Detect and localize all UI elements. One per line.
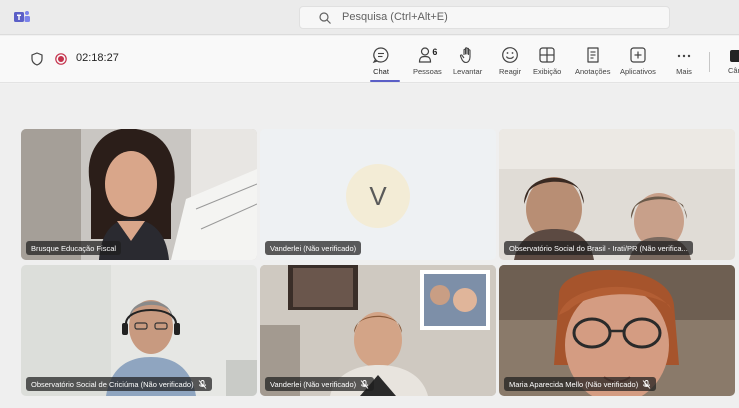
participant-name: Brusque Educação Fiscal (31, 243, 117, 253)
notes-label: Anotações (575, 67, 611, 76)
mic-off-icon (642, 379, 651, 389)
participant-tile[interactable]: Maria Aparecida Mello (Não verificado) (499, 265, 735, 396)
smiley-icon (502, 47, 518, 63)
search-box[interactable]: Pesquisa (Ctrl+Alt+E) (299, 6, 670, 29)
chat-label: Chat (373, 67, 389, 76)
more-label: Mais (676, 67, 692, 76)
people-button[interactable]: 6 Pessoas (413, 46, 442, 80)
shield-icon[interactable] (31, 52, 43, 66)
raise-hand-icon (459, 47, 471, 64)
participant-name: Observatório Social de Criciúma (Não ver… (31, 379, 194, 389)
view-button[interactable]: Exibição (533, 46, 561, 80)
participant-name-chip: Vanderlei (Não verificado) (265, 377, 375, 391)
teams-logo-icon[interactable] (14, 10, 30, 24)
participant-name-chip: Vanderlei (Não verificado) (265, 241, 362, 255)
participant-name: Vanderlei (Não verificado) (270, 379, 357, 389)
apps-label: Aplicativos (620, 67, 656, 76)
participant-name-chip: Observatório Social do Brasil - Irati/PR… (504, 241, 693, 255)
react-button[interactable]: Reagir (499, 46, 521, 80)
participant-name-chip: Brusque Educação Fiscal (26, 241, 122, 255)
camera-icon[interactable] (730, 50, 739, 62)
meeting-timer: 02:18:27 (76, 52, 119, 64)
raise-hand-label: Levantar (453, 67, 483, 76)
apps-button[interactable]: Aplicativos (620, 46, 656, 80)
mic-off-icon (360, 379, 369, 389)
title-bar: Pesquisa (Ctrl+Alt+E) (0, 0, 739, 35)
avatar: V (346, 164, 410, 228)
chat-button[interactable]: Chat (372, 46, 390, 80)
notes-icon (587, 47, 599, 63)
camera-label[interactable]: Câmera (728, 66, 739, 75)
notes-button[interactable]: Anotações (575, 46, 610, 80)
video-stage: Brusque Educação Fiscal V Vanderlei (Não… (0, 84, 739, 408)
participant-tile[interactable]: Brusque Educação Fiscal (21, 129, 257, 260)
people-count-badge: 6 (432, 47, 438, 57)
participant-tile[interactable]: Vanderlei (Não verificado) (260, 265, 496, 396)
active-tab-indicator (370, 80, 400, 82)
add-app-icon (630, 47, 646, 63)
chat-icon (372, 47, 389, 64)
participant-name: Maria Aparecida Mello (Não verificado) (509, 379, 639, 389)
meeting-toolbar: 02:18:27 Chat 6 Pessoas Levantar Reagir … (0, 36, 739, 83)
participant-tile[interactable]: V Vanderlei (Não verificado) (260, 129, 496, 260)
participant-tile[interactable]: Observatório Social do Brasil - Irati/PR… (499, 129, 735, 260)
more-dots-icon (677, 54, 691, 58)
raise-hand-button[interactable]: Levantar (453, 46, 482, 80)
view-label: Exibição (533, 67, 562, 76)
participant-name-chip: Observatório Social de Criciúma (Não ver… (26, 377, 212, 391)
participant-name: Observatório Social do Brasil - Irati/PR… (509, 243, 688, 253)
participant-tile[interactable]: Observatório Social de Criciúma (Não ver… (21, 265, 257, 396)
recording-icon (55, 53, 67, 65)
toolbar-divider (709, 52, 710, 72)
more-button[interactable]: Mais (675, 46, 693, 80)
search-placeholder: Pesquisa (Ctrl+Alt+E) (342, 11, 448, 23)
react-label: Reagir (499, 67, 522, 76)
mic-off-icon (198, 379, 206, 389)
grid-view-icon (539, 47, 555, 63)
participant-name-chip: Maria Aparecida Mello (Não verificado) (504, 377, 657, 391)
participant-name: Vanderlei (Não verificado) (270, 243, 357, 253)
search-icon (319, 12, 331, 24)
people-label: Pessoas (413, 67, 442, 76)
